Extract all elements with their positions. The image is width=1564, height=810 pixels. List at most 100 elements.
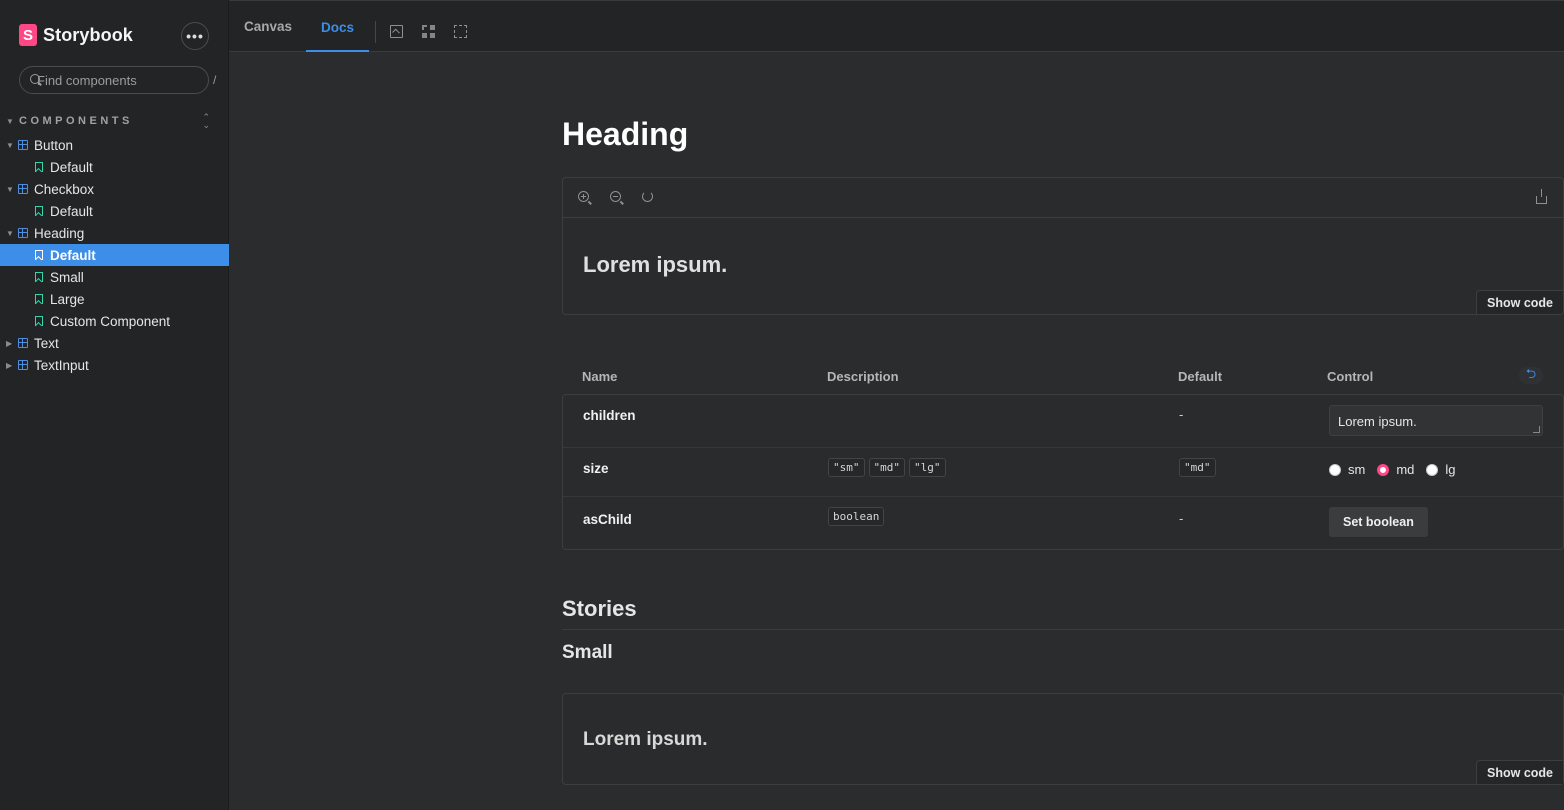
storybook-logo-icon: S <box>19 24 37 46</box>
radio-label: md <box>1396 462 1415 477</box>
zoom-out-glyph <box>610 191 621 202</box>
stories-heading: Stories <box>562 596 637 621</box>
undo-icon[interactable]: ⮌ <box>1519 366 1543 384</box>
zoom-in-icon[interactable] <box>578 191 591 204</box>
bookmark-icon <box>35 294 43 304</box>
chevron-down-icon: ▼ <box>6 140 14 150</box>
radio-button[interactable] <box>1329 463 1341 476</box>
tree-item-label: Text <box>34 335 59 351</box>
brand[interactable]: S Storybook <box>19 24 133 46</box>
tree-item-heading[interactable]: ▼ Heading <box>0 222 229 244</box>
storybook-app: S Storybook ••• / ▼ COMPONENTS ⌃⌄ ▼ Butt… <box>0 0 1564 810</box>
column-description: Description <box>827 369 899 384</box>
search-input[interactable] <box>37 72 213 88</box>
radio-lg[interactable]: lg <box>1426 462 1456 477</box>
component-tree: ▼ Button Default ▼ Checkbox Default ▼ He… <box>0 134 229 376</box>
story-preview: Lorem ipsum. Show code <box>562 177 1564 315</box>
story-small-preview: Lorem ipsum. Show code <box>562 693 1564 785</box>
bookmark-icon <box>35 316 43 326</box>
column-default: Default <box>1178 369 1223 384</box>
component-icon <box>18 140 28 150</box>
table-row: children - Lorem ipsum. <box>563 395 1563 448</box>
prop-default: "md" <box>1179 458 1220 477</box>
tree-item-button[interactable]: ▼ Button <box>0 134 229 156</box>
table-row: size "sm" "md" "lg" "md" sm md lg <box>563 448 1563 497</box>
tree-story-heading-small[interactable]: Small <box>0 266 229 288</box>
tree-story-button-default[interactable]: Default <box>0 156 229 178</box>
tree-item-label: TextInput <box>34 357 89 373</box>
divider <box>562 629 1564 630</box>
tree-item-label: Button <box>34 137 74 153</box>
prop-default: - <box>1179 407 1184 422</box>
children-text-control[interactable]: Lorem ipsum. <box>1329 405 1543 436</box>
tree-item-label: Heading <box>34 225 85 241</box>
docs-panel: Heading Lorem ipsum. Show code Name Desc… <box>229 52 1564 810</box>
type-tag: boolean <box>828 507 885 526</box>
radio-button[interactable] <box>1426 463 1439 476</box>
bookmark-icon <box>35 250 43 260</box>
set-boolean-button[interactable]: Set boolean <box>1329 507 1428 537</box>
chevron-down-icon: ▼ <box>6 228 14 238</box>
size-radio-control: sm md lg <box>1329 462 1456 477</box>
search-box[interactable]: / <box>19 66 216 94</box>
more-menu-button[interactable]: ••• <box>181 22 209 50</box>
component-icon <box>18 338 28 348</box>
toolbar: Canvas Docs <box>229 0 1564 53</box>
default-value: "md" <box>1179 458 1216 477</box>
outline-icon[interactable] <box>454 25 467 38</box>
chevron-right-icon: ▶ <box>6 338 13 348</box>
prop-name: asChild <box>583 512 632 527</box>
component-icon <box>18 228 28 238</box>
type-option: "sm" <box>828 458 865 477</box>
tree-item-checkbox[interactable]: ▼ Checkbox <box>0 178 229 200</box>
tree-story-heading-default[interactable]: Default <box>0 244 229 266</box>
brand-title: Storybook <box>43 24 133 45</box>
radio-md[interactable]: md <box>1377 462 1414 477</box>
bookmark-icon <box>35 162 43 172</box>
preview-heading: Lorem ipsum. <box>583 729 708 750</box>
column-control: Control <box>1327 369 1374 384</box>
type-option: "lg" <box>909 458 946 477</box>
bookmark-icon <box>35 206 43 216</box>
tree-item-label: Large <box>50 291 85 307</box>
section-label: COMPONENTS <box>19 115 133 127</box>
chevron-right-icon: ▶ <box>6 360 13 370</box>
prop-description: boolean <box>828 507 888 526</box>
component-icon <box>18 360 28 370</box>
show-code-button[interactable]: Show code <box>1476 760 1563 784</box>
prop-default: - <box>1179 511 1184 526</box>
expand-collapse-icon[interactable]: ⌃ ⌄ <box>202 113 210 130</box>
tree-item-text[interactable]: ▶ Text <box>0 332 229 354</box>
tree-item-label: Checkbox <box>34 181 95 197</box>
grid-icon[interactable] <box>422 25 435 38</box>
image-icon[interactable] <box>390 25 403 38</box>
components-section-header[interactable]: ▼ COMPONENTS ⌃ ⌄ <box>6 113 210 130</box>
tree-story-heading-custom-component[interactable]: Custom Component <box>0 310 229 332</box>
zoom-in-glyph <box>578 191 589 202</box>
table-row: asChild boolean - Set boolean <box>563 497 1563 549</box>
bookmark-icon <box>35 272 43 282</box>
share-icon[interactable] <box>1536 189 1547 204</box>
radio-sm[interactable]: sm <box>1329 462 1365 477</box>
preview-toolbar <box>563 178 1563 218</box>
args-table-header: Name Description Default Control ⮌ <box>562 365 1564 395</box>
radio-label: lg <box>1445 462 1456 477</box>
search-shortcut-hint: / <box>213 73 217 87</box>
radio-label: sm <box>1348 462 1366 477</box>
zoom-out-icon[interactable] <box>610 191 623 204</box>
reset-zoom-icon[interactable] <box>642 191 653 202</box>
preview-heading: Lorem ipsum. <box>583 252 728 277</box>
story-small-heading: Small <box>562 642 613 663</box>
tree-item-label: Custom Component <box>50 313 171 329</box>
page-title: Heading <box>562 116 689 152</box>
chevron-down-icon: ▼ <box>6 184 14 194</box>
tab-docs[interactable]: Docs <box>306 1 370 53</box>
radio-button[interactable] <box>1377 463 1390 476</box>
tree-story-checkbox-default[interactable]: Default <box>0 200 229 222</box>
show-code-button[interactable]: Show code <box>1476 290 1563 314</box>
tab-canvas[interactable]: Canvas <box>244 1 292 52</box>
column-name: Name <box>582 369 618 384</box>
chevron-down-icon: ▼ <box>6 116 14 126</box>
tree-story-heading-large[interactable]: Large <box>0 288 229 310</box>
tree-item-textinput[interactable]: ▶ TextInput <box>0 354 229 376</box>
